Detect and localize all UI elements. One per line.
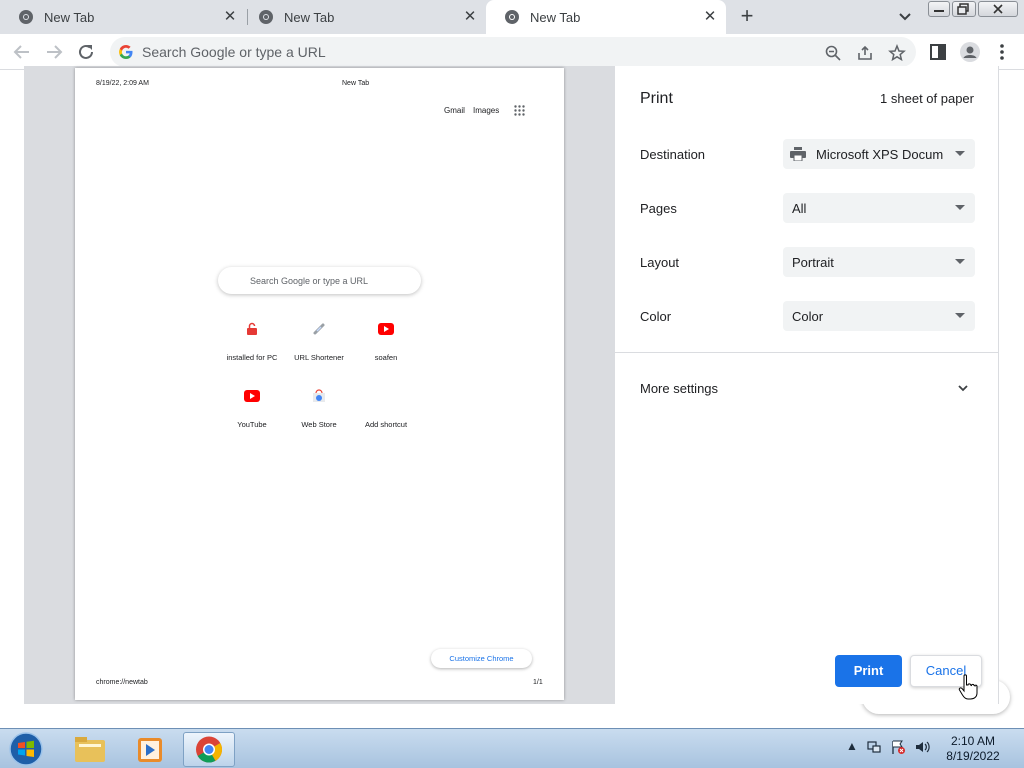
minimize-icon — [934, 10, 944, 12]
tab-new-tab-1[interactable]: New Tab ✕ — [0, 0, 246, 34]
preview-search-placeholder: Search Google or type a URL — [250, 276, 369, 286]
tab-search-chevron-icon[interactable] — [895, 8, 915, 26]
lock-icon — [247, 322, 257, 335]
sheet-count: 1 sheet of paper — [880, 91, 974, 106]
preview-shortcut: YouTube — [219, 386, 285, 429]
taskbar-file-explorer[interactable] — [64, 732, 116, 767]
preview-images-link: Images — [473, 106, 500, 115]
restore-icon — [957, 3, 969, 15]
kebab-menu-icon[interactable] — [990, 40, 1014, 64]
preview-shortcut: URL Shortener — [286, 319, 352, 362]
panel-divider — [615, 352, 998, 353]
apps-grid-icon — [514, 105, 525, 116]
preview-footer-pages: 1/1 — [533, 679, 543, 686]
address-bar[interactable]: Search Google or type a URL — [110, 37, 916, 67]
layout-value: Portrait — [792, 255, 834, 270]
address-bar-placeholder: Search Google or type a URL — [142, 44, 326, 60]
preview-shortcut: installed for PC — [219, 319, 285, 362]
dropdown-caret-icon — [955, 205, 965, 210]
close-window-button[interactable] — [978, 1, 1018, 17]
youtube-icon — [378, 323, 394, 335]
preview-footer-url: chrome://newtab — [96, 679, 148, 686]
destination-value: Microsoft XPS Docum — [816, 147, 944, 162]
preview-shortcut: Add shortcut — [364, 420, 408, 429]
media-player-icon — [138, 738, 162, 762]
tab-strip: New Tab ✕ New Tab ✕ New Tab ✕ + — [0, 0, 1024, 34]
show-hidden-icons-icon[interactable]: ▲ — [844, 739, 860, 755]
close-window-icon — [993, 4, 1003, 14]
clock-time: 2:10 AM — [950, 734, 996, 748]
tab-new-tab-2[interactable]: New Tab ✕ — [240, 0, 486, 34]
preview-header-date: 8/19/22, 2:09 AM — [96, 80, 149, 87]
dropdown-caret-icon — [955, 259, 965, 264]
link-icon — [313, 323, 325, 335]
google-g-icon — [119, 45, 133, 59]
layout-select[interactable]: Portrait — [783, 247, 975, 277]
preview-header-title: New Tab — [342, 80, 370, 87]
folder-icon — [75, 737, 105, 762]
chevron-down-icon[interactable] — [956, 382, 970, 394]
dropdown-caret-icon — [955, 151, 965, 156]
chrome-favicon-icon — [19, 10, 33, 24]
more-settings-toggle[interactable]: More settings — [640, 381, 718, 396]
clock-date: 8/19/2022 — [946, 749, 1000, 763]
chrome-icon — [196, 736, 223, 763]
bookmark-star-icon[interactable] — [888, 44, 906, 62]
volume-icon[interactable] — [914, 739, 930, 755]
preview-shortcut: soafen — [353, 319, 419, 362]
preview-page: 8/19/22, 2:09 AM New Tab Gmail Images Se… — [75, 68, 564, 700]
tab-title: New Tab — [284, 9, 335, 25]
forward-arrow-icon[interactable] — [42, 40, 66, 64]
print-button[interactable]: Print — [835, 655, 902, 687]
share-icon[interactable] — [856, 44, 874, 62]
pages-value: All — [792, 201, 807, 216]
close-tab-icon[interactable]: ✕ — [222, 9, 238, 25]
action-center-flag-icon[interactable] — [890, 739, 906, 755]
taskbar-clock[interactable]: 2:10 AM 8/19/2022 — [930, 734, 1016, 764]
color-value: Color — [792, 309, 824, 324]
browser-toolbar: Search Google or type a URL — [0, 34, 1024, 70]
preview-shortcut: Web Store — [286, 386, 352, 429]
network-icon[interactable] — [866, 739, 882, 755]
chrome-favicon-icon — [505, 10, 519, 24]
destination-label: Destination — [640, 147, 706, 162]
printer-icon — [790, 147, 806, 161]
back-arrow-icon[interactable] — [10, 40, 34, 64]
hand-cursor-icon — [958, 674, 978, 700]
reload-icon[interactable] — [74, 40, 98, 64]
minimize-button[interactable] — [928, 1, 950, 17]
side-panel-icon[interactable] — [926, 40, 950, 64]
close-tab-icon[interactable]: ✕ — [702, 9, 718, 25]
zoom-out-icon[interactable] — [824, 44, 842, 62]
profile-avatar-icon[interactable] — [958, 40, 982, 64]
destination-select[interactable]: Microsoft XPS Docum — [783, 139, 975, 169]
color-label: Color — [640, 309, 672, 324]
layout-label: Layout — [640, 255, 680, 270]
dropdown-caret-icon — [955, 313, 965, 318]
windows-taskbar: ▲ 2:10 AM 8/19/2022 — [0, 728, 1024, 768]
new-tab-button[interactable]: + — [735, 5, 759, 29]
tab-new-tab-3[interactable]: New Tab ✕ — [486, 0, 726, 34]
close-tab-icon[interactable]: ✕ — [462, 9, 478, 25]
color-select[interactable]: Color — [783, 301, 975, 331]
chrome-favicon-icon — [259, 10, 273, 24]
windows-start-icon[interactable] — [6, 731, 46, 767]
pages-select[interactable]: All — [783, 193, 975, 223]
preview-gmail-link: Gmail — [444, 106, 465, 115]
print-dialog-title: Print — [640, 90, 673, 107]
print-settings-panel: Print 1 sheet of paper Destination Micro… — [614, 66, 999, 704]
taskbar-media-player[interactable] — [124, 732, 176, 767]
preview-search-box: Search Google or type a URL — [218, 267, 421, 294]
webstore-icon — [313, 389, 325, 402]
tab-title: New Tab — [44, 9, 95, 25]
preview-customize-chrome: Customize Chrome — [431, 649, 532, 668]
pages-label: Pages — [640, 201, 677, 216]
tab-title: New Tab — [530, 9, 581, 25]
taskbar-chrome[interactable] — [183, 732, 235, 767]
restore-button[interactable] — [952, 1, 976, 17]
youtube-icon — [244, 390, 260, 402]
